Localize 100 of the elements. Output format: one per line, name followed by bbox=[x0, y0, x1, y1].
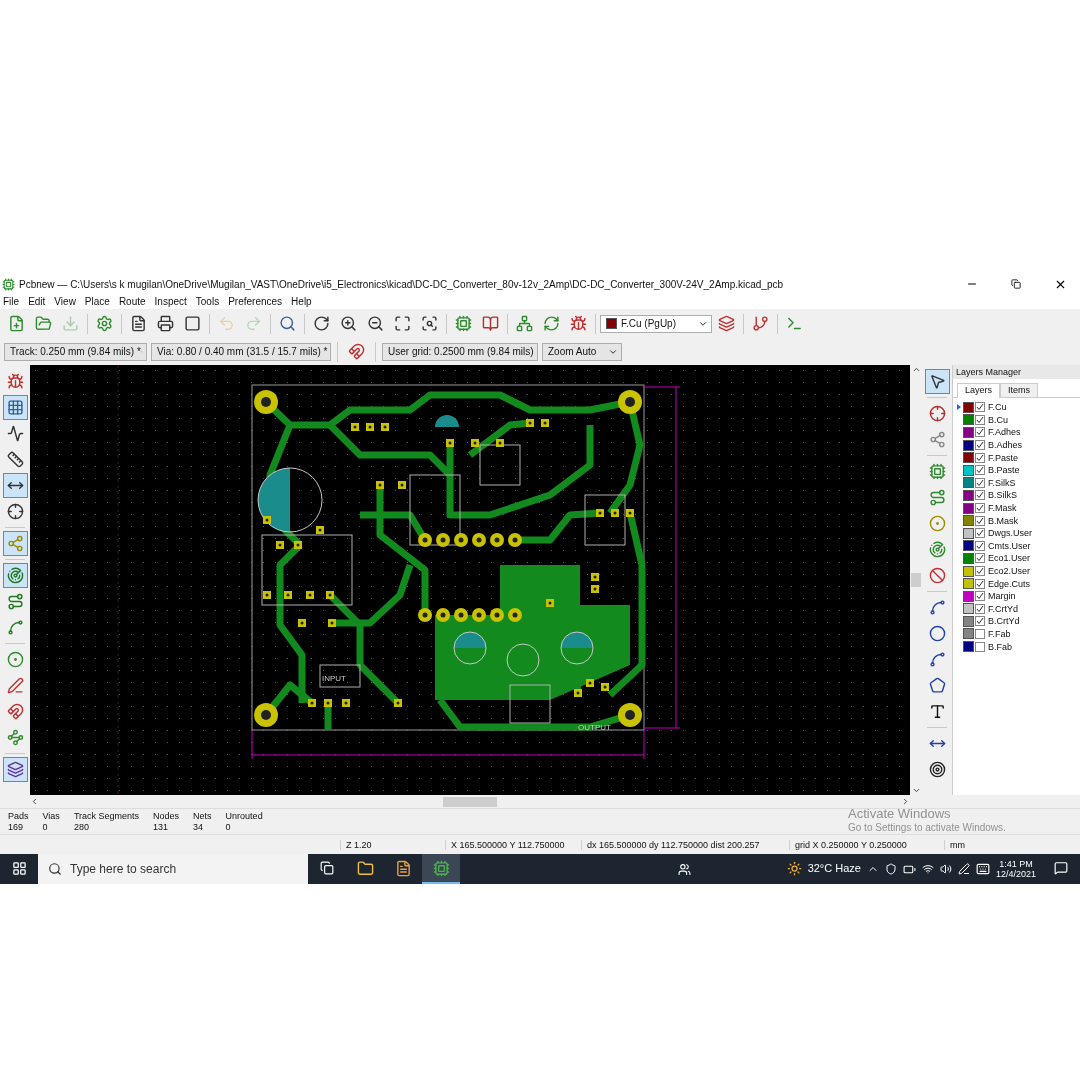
panel-title: Layers Manager bbox=[953, 365, 1080, 379]
zone-button[interactable] bbox=[2, 563, 28, 588]
layer-checkbox[interactable] bbox=[975, 603, 985, 614]
layer-checkbox[interactable] bbox=[975, 641, 985, 652]
layer-checkbox[interactable] bbox=[975, 414, 985, 425]
status-text: Z 1.20 bbox=[340, 839, 445, 850]
layer-name[interactable]: F.Mask bbox=[988, 503, 1017, 514]
layer-name[interactable]: B.Fab bbox=[988, 641, 1012, 652]
layer-name[interactable]: Eco2.User bbox=[988, 566, 1031, 576]
menu-item[interactable]: Route bbox=[118, 295, 146, 307]
page-settings-icon bbox=[130, 315, 147, 332]
status-text: X 165.500000 Y 112.750000 bbox=[445, 839, 581, 850]
search-field[interactable]: Type here to search bbox=[38, 854, 308, 884]
track-width-dropdown[interactable]: Track: 0.250 mm (9.84 mils) * bbox=[4, 342, 147, 361]
layers-button[interactable] bbox=[2, 757, 28, 782]
footprint-icon bbox=[928, 463, 946, 480]
layer-name[interactable]: F.CrtYd bbox=[988, 603, 1018, 614]
layer-name[interactable]: Edge.Cuts bbox=[988, 578, 1031, 589]
circuit-board-icon bbox=[432, 859, 450, 877]
scroll-left-icon bbox=[30, 797, 39, 806]
chip-icon bbox=[455, 315, 472, 332]
layer-name[interactable]: Dwgs.User bbox=[988, 528, 1032, 539]
tab[interactable]: Items bbox=[1000, 383, 1039, 397]
layer-name[interactable]: B.CrtYd bbox=[988, 616, 1020, 627]
status-text: dx 165.500000 dy 112.750000 dist 200.257 bbox=[581, 839, 789, 850]
stat-value: 34 bbox=[193, 822, 205, 832]
layer-checkbox[interactable] bbox=[975, 402, 985, 413]
layer-checkbox[interactable] bbox=[975, 465, 985, 476]
zoom-dropdown[interactable]: Zoom Auto bbox=[542, 342, 622, 361]
book-icon bbox=[482, 315, 499, 332]
grid-button[interactable] bbox=[2, 395, 28, 420]
pointer-button[interactable] bbox=[924, 369, 950, 394]
windows-logo-icon bbox=[11, 860, 27, 876]
grid-dropdown[interactable]: User grid: 0.2500 mm (9.84 mils) bbox=[382, 342, 538, 361]
scroll-thumb[interactable] bbox=[443, 796, 497, 807]
weather-button[interactable]: 32°C Haze bbox=[780, 854, 867, 884]
layer-name[interactable]: Eco1.User bbox=[988, 553, 1031, 564]
layer-name[interactable]: F.SilkS bbox=[988, 477, 1016, 488]
highlight-net-icon bbox=[928, 405, 946, 422]
scroll-thumb[interactable] bbox=[911, 573, 921, 587]
notification-icon bbox=[1054, 861, 1068, 875]
layer-checkbox[interactable] bbox=[975, 440, 985, 451]
layer-checkbox[interactable] bbox=[975, 490, 985, 501]
zoom-out-icon bbox=[367, 315, 384, 332]
layer-checkbox[interactable] bbox=[975, 427, 985, 438]
netlist-icon bbox=[516, 315, 533, 332]
layer-checkbox[interactable] bbox=[975, 591, 985, 602]
layer-checkbox[interactable] bbox=[975, 629, 985, 639]
layer-checkbox[interactable] bbox=[975, 616, 985, 627]
via-size-dropdown[interactable]: Via: 0.80 / 0.40 mm (31.5 / 15.7 mils) * bbox=[151, 342, 331, 361]
activation-text: Go to Settings to activate Windows. bbox=[848, 822, 1006, 833]
layer-name[interactable]: Margin bbox=[988, 591, 1016, 602]
layer-dropdown[interactable]: F.Cu (PgUp) bbox=[600, 314, 712, 333]
layer-name[interactable]: B.Mask bbox=[988, 515, 1018, 526]
menu-item[interactable]: Edit bbox=[28, 295, 46, 307]
menu-item[interactable]: File bbox=[3, 295, 20, 307]
layer-name[interactable]: B.Adhes bbox=[988, 440, 1023, 451]
schematic-icon bbox=[752, 315, 769, 332]
volume-icon bbox=[939, 863, 952, 875]
layer-checkbox[interactable] bbox=[975, 578, 985, 589]
menu-item[interactable]: Inspect bbox=[154, 295, 187, 307]
layer-checkbox[interactable] bbox=[975, 540, 985, 551]
layer-name[interactable]: F.Adhes bbox=[988, 427, 1021, 438]
menu-item[interactable]: Preferences bbox=[228, 295, 283, 307]
tab[interactable]: Layers bbox=[957, 383, 1000, 398]
taskbar-app-button[interactable] bbox=[422, 854, 460, 884]
menu-item[interactable]: Place bbox=[84, 295, 110, 307]
menu-item[interactable]: Help bbox=[291, 295, 312, 307]
stat-value: 131 bbox=[153, 822, 170, 832]
layer-name[interactable]: B.Paste bbox=[988, 465, 1020, 476]
layer-name[interactable]: B.Cu bbox=[988, 414, 1008, 425]
update-icon bbox=[543, 315, 560, 332]
layer-checkbox[interactable] bbox=[975, 553, 985, 564]
layer-name[interactable]: Cmts.User bbox=[988, 540, 1031, 551]
layer-name[interactable]: B.SilkS bbox=[988, 490, 1017, 501]
layer-checkbox[interactable] bbox=[975, 452, 985, 463]
layer-checkbox[interactable] bbox=[975, 515, 985, 526]
layer-checkbox[interactable] bbox=[975, 477, 985, 488]
layer-name[interactable]: F.Paste bbox=[988, 452, 1018, 463]
pad-icon bbox=[6, 651, 24, 668]
layer-checkbox[interactable] bbox=[975, 528, 985, 539]
menu-item[interactable]: Tools bbox=[195, 295, 220, 307]
layer-checkbox[interactable] bbox=[975, 503, 985, 514]
search-icon bbox=[48, 862, 62, 876]
new-board-icon bbox=[8, 315, 25, 332]
stat-label: Nodes bbox=[153, 811, 180, 821]
via-icon bbox=[928, 515, 946, 532]
menu-item[interactable]: View bbox=[54, 295, 76, 307]
zoom-fit-icon bbox=[394, 315, 411, 332]
restore-icon bbox=[1011, 279, 1021, 289]
ratsnest-icon bbox=[6, 535, 24, 552]
line-icon bbox=[928, 599, 946, 616]
track-icon bbox=[928, 489, 946, 506]
stat-value: 0 bbox=[225, 822, 232, 832]
layer-checkbox[interactable] bbox=[975, 566, 985, 576]
layer-name[interactable]: F.Fab bbox=[988, 629, 1011, 639]
stat-value: 169 bbox=[8, 822, 25, 832]
layer-name[interactable]: F.Cu bbox=[988, 402, 1007, 413]
ratsnest-button[interactable] bbox=[2, 531, 28, 556]
layers-icon bbox=[6, 761, 24, 778]
